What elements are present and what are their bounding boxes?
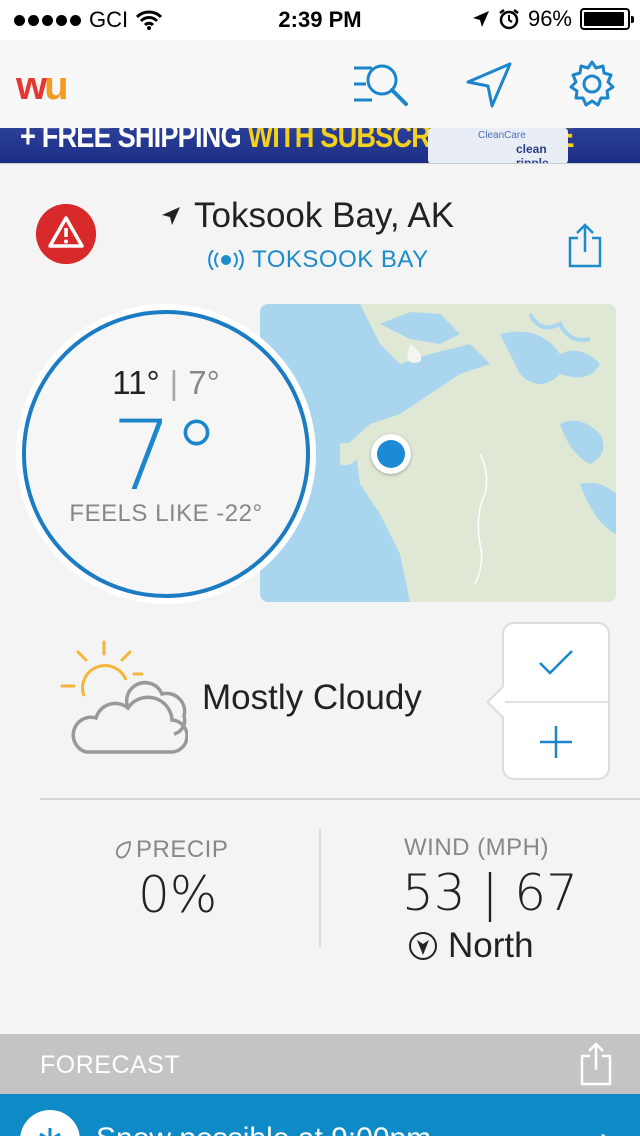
location-arrow-small-icon [162, 207, 180, 225]
station-name: TOKSOOK BAY [252, 246, 429, 273]
ad-product-brand: CleanCare [478, 130, 526, 141]
chevron-right-icon: › [600, 1122, 610, 1136]
wind-value: 53 | 67 [402, 864, 578, 922]
precip-label-text: PRECIP [136, 836, 229, 863]
radar-map[interactable] [260, 304, 616, 602]
ad-text-white: + FREE SHIPPING [20, 128, 242, 154]
share-icon[interactable] [566, 222, 604, 268]
status-bar: GCI 2:39 PM 96% [0, 0, 640, 40]
current-temp: 7° [111, 400, 221, 512]
forecast-title: FORECAST [40, 1051, 181, 1079]
alert-icon[interactable] [36, 204, 96, 264]
location-name: Toksook Bay, AK [194, 196, 455, 235]
wind-label: WIND (MPH) [404, 834, 549, 861]
section-divider [40, 798, 640, 800]
battery-icon [580, 8, 634, 30]
hi-lo-separator: | [169, 364, 179, 401]
app-header: wu [0, 40, 640, 128]
stats-divider [319, 828, 321, 948]
checkmark-icon [539, 649, 573, 675]
snow-alert-text: Snow possible at 9:00pm [96, 1122, 431, 1136]
location-marker [371, 434, 411, 474]
status-right: 96% [472, 6, 634, 32]
precip-value: 0% [138, 866, 218, 924]
precip-label: PRECIP [114, 836, 228, 864]
map-graphic [260, 304, 616, 602]
partly-cloudy-icon [60, 640, 188, 754]
snow-alert-bar[interactable]: Snow possible at 9:00pm › [0, 1094, 640, 1136]
confirm-button[interactable] [504, 624, 608, 701]
alarm-icon [499, 9, 519, 30]
snowflake-icon [20, 1110, 80, 1136]
low-temp: 7° [188, 364, 220, 401]
wu-logo[interactable]: wu [16, 64, 69, 109]
raindrop-icon [116, 840, 131, 859]
ad-product-name: clean ripple [516, 142, 549, 164]
location-services-icon [472, 11, 489, 27]
wind-direction-text: North [448, 926, 534, 965]
condition-text: Mostly Cloudy [202, 678, 422, 717]
ad-product-image: CleanCare clean ripple [428, 128, 568, 164]
station-label[interactable]: TOKSOOK BAY [208, 246, 429, 274]
high-temp: 11° [112, 364, 160, 401]
condition-popover [486, 622, 610, 780]
temperature-circle[interactable]: 11° | 7° 7° FEELS LIKE -22° [22, 310, 310, 598]
broadcast-icon [208, 250, 244, 270]
ad-banner[interactable]: + FREE SHIPPING WITH SUBSCRIBE & SAVE Cl… [0, 128, 640, 164]
forecast-share-icon[interactable] [580, 1042, 612, 1086]
wind-direction: North [408, 926, 534, 966]
gear-icon[interactable] [566, 60, 622, 110]
compass-icon [409, 932, 437, 960]
search-icon[interactable] [352, 60, 408, 110]
location-title[interactable]: Toksook Bay, AK [160, 196, 454, 236]
add-button[interactable] [504, 703, 608, 780]
location-arrow-icon[interactable] [462, 60, 518, 110]
battery-percent: 96% [527, 6, 572, 31]
feels-like: FEELS LIKE -22° [69, 500, 263, 527]
forecast-header[interactable]: FORECAST [0, 1034, 640, 1094]
battery-fill [584, 12, 625, 26]
plus-icon [540, 725, 572, 758]
hi-lo-temps: 11° | 7° [26, 364, 306, 402]
